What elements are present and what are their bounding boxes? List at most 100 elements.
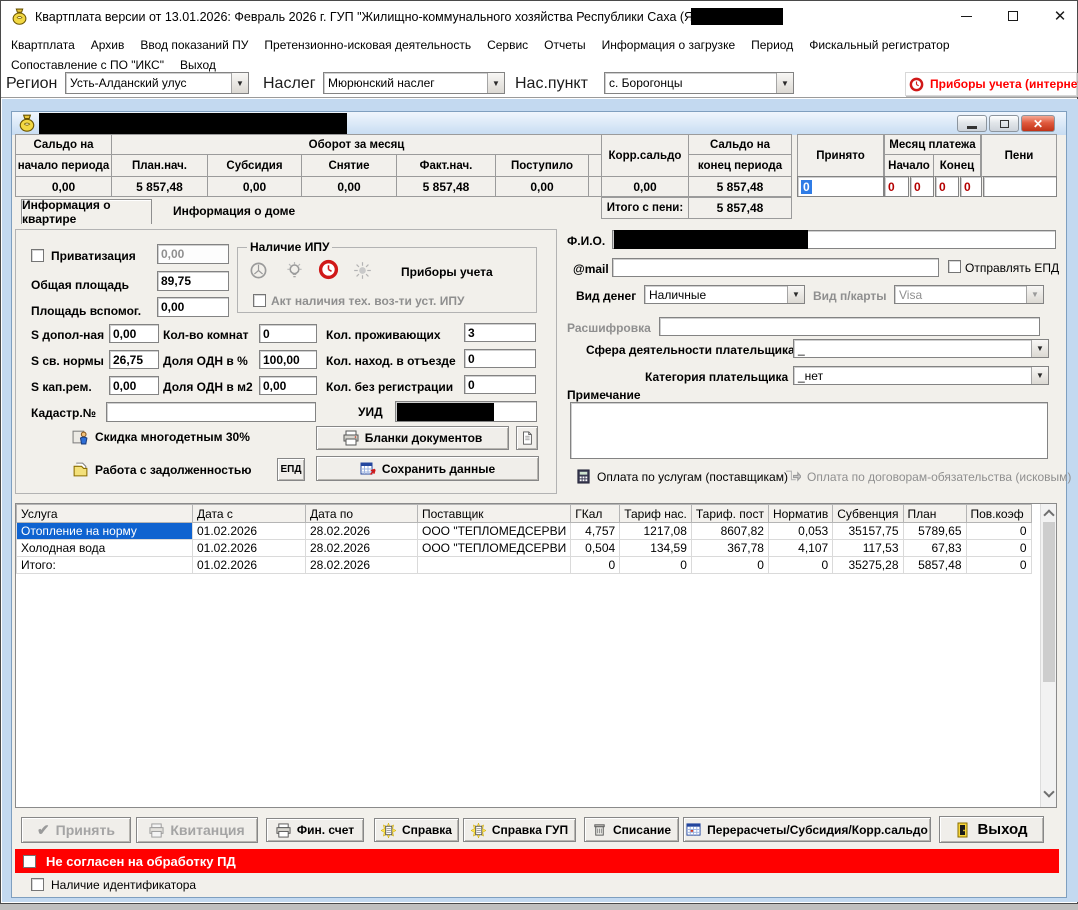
col-data-po[interactable]: Дата по (306, 505, 418, 523)
col-pov-koef[interactable]: Пов.коэф (966, 505, 1031, 523)
spravka-gup-button[interactable]: Справка ГУП (463, 818, 576, 842)
total-area-input[interactable]: 89,75 (157, 271, 229, 291)
privatization-input[interactable]: 0,00 (157, 244, 229, 264)
send-epd-checkbox[interactable] (948, 260, 961, 273)
tab-house-info[interactable]: Информация о доме (173, 204, 295, 218)
menu-otchety[interactable]: Отчеты (544, 38, 585, 52)
identifier-checkbox[interactable] (31, 878, 44, 891)
menu-vyhod[interactable]: Выход (180, 58, 216, 72)
table-row-total[interactable]: Итого: 01.02.2026 28.02.2026 0 0 0 0 352… (17, 557, 1032, 574)
menu-period[interactable]: Период (751, 38, 793, 52)
region-select[interactable]: Усть-Алданский улус ▼ (65, 72, 249, 94)
col-usluga[interactable]: Услуга (17, 505, 193, 523)
residents-input[interactable]: 3 (464, 323, 536, 342)
money-type-select[interactable]: Наличные ▼ (644, 285, 805, 304)
chevron-down-icon[interactable]: ▼ (231, 73, 248, 93)
month-start-input-1[interactable]: 0 (884, 176, 909, 197)
menu-informaciya-o-zagruzke[interactable]: Информация о загрузке (602, 38, 735, 52)
scrollbar-thumb[interactable] (1043, 522, 1055, 682)
col-subvenciya[interactable]: Субвенция (833, 505, 903, 523)
debt-work-button[interactable]: Работа с задолженностью (72, 461, 251, 478)
window-close-button[interactable]: ✕ (1043, 5, 1077, 27)
chevron-down-icon[interactable]: ▼ (787, 286, 804, 303)
col-tarif-post[interactable]: Тариф. пост (691, 505, 768, 523)
month-end-input-1[interactable]: 0 (935, 176, 959, 197)
peni-input[interactable] (983, 176, 1057, 197)
col-data-s[interactable]: Дата с (193, 505, 306, 523)
table-row-heating[interactable]: Отопление на норму 01.02.2026 28.02.2026… (17, 523, 1032, 540)
fin-account-button[interactable]: Фин. счет (266, 818, 364, 842)
table-header-row: Услуга Дата с Дата по Поставщик ГКал Тар… (17, 505, 1032, 523)
account-minimize-button[interactable] (957, 115, 987, 132)
account-close-button[interactable]: ✕ (1021, 115, 1055, 132)
save-data-button[interactable]: Сохранить данные (316, 456, 539, 481)
menu-sopostavlenie-iks[interactable]: Сопоставление с ПО "ИКС" (11, 58, 164, 72)
category-select[interactable]: _нет ▼ (793, 366, 1049, 385)
col-subsidy-header: Субсидия (207, 154, 302, 177)
odn-m2-input[interactable]: 0,00 (259, 376, 317, 395)
chevron-down-icon[interactable]: ▼ (776, 73, 793, 93)
col-postavshchik[interactable]: Поставщик (418, 505, 571, 523)
discount-button[interactable]: Скидка многодетным 30% (72, 428, 250, 445)
chevron-down-icon[interactable]: ▼ (487, 73, 504, 93)
recalc-button[interactable]: Перерасчеты/Субсидия/Корр.сальдо (683, 817, 931, 842)
settlement-select[interactable]: с. Борогонцы ▼ (604, 72, 794, 94)
aux-area-input[interactable]: 0,00 (157, 297, 229, 317)
col-gkal[interactable]: ГКал (571, 505, 620, 523)
unregistered-input[interactable]: 0 (464, 375, 536, 394)
away-input[interactable]: 0 (464, 349, 536, 368)
consent-checkbox[interactable] (23, 855, 36, 868)
note-textarea[interactable] (570, 402, 1048, 459)
nasleg-select[interactable]: Мюрюнский наслег ▼ (323, 72, 505, 94)
meters-internet-button[interactable]: Приборы учета (интернет) (905, 72, 1077, 96)
menu-kvartplata[interactable]: Квартплата (11, 38, 75, 52)
col-plan[interactable]: План (903, 505, 966, 523)
s-add-input[interactable]: 0,00 (109, 324, 159, 343)
check-icon: ✔ (37, 821, 50, 839)
menu-pretenzii[interactable]: Претензионно-исковая деятельность (264, 38, 471, 52)
window-minimize-button[interactable] (949, 5, 983, 27)
menu-servis[interactable]: Сервис (487, 38, 528, 52)
s-over-input[interactable]: 26,75 (109, 350, 159, 369)
document-blanks-button[interactable]: Бланки документов (316, 426, 509, 450)
menu-fiskalnyy-registrator[interactable]: Фискальный регистратор (809, 38, 949, 52)
menu-arhiv[interactable]: Архив (91, 38, 125, 52)
sphere-select[interactable]: _ ▼ (793, 339, 1049, 358)
accepted-input[interactable]: 0 (797, 176, 884, 197)
privatization-checkbox[interactable] (31, 249, 44, 262)
accept-button[interactable]: ✔ Принять (21, 817, 131, 843)
epd-button[interactable]: ЕПД (277, 458, 305, 481)
decode-input[interactable] (659, 317, 1040, 336)
tab-apartment-info[interactable]: Информация о квартире (21, 199, 152, 224)
spisanie-button[interactable]: Списание (584, 817, 679, 842)
scroll-down-arrow[interactable] (1041, 787, 1057, 805)
chevron-down-icon[interactable]: ▼ (1031, 340, 1048, 357)
col-normativ[interactable]: Норматив (768, 505, 832, 523)
cadastre-input[interactable] (106, 402, 316, 422)
services-grid[interactable]: Услуга Дата с Дата по Поставщик ГКал Тар… (16, 504, 1032, 574)
window-maximize-button[interactable] (996, 5, 1030, 27)
document-page-button[interactable] (516, 426, 538, 450)
month-end-input-2[interactable]: 0 (960, 176, 982, 197)
nasleg-value: Мюрюнский наслег (328, 76, 435, 90)
region-value: Усть-Алданский улус (70, 76, 186, 90)
s-cap-input[interactable]: 0,00 (109, 376, 159, 395)
rooms-input[interactable]: 0 (259, 324, 317, 343)
table-row-cold-water[interactable]: Холодная вода 01.02.2026 28.02.2026 ООО … (17, 540, 1032, 557)
receipt-button[interactable]: Квитанция (136, 817, 258, 843)
s-add-label: S допол-ная (31, 328, 104, 342)
account-maximize-button[interactable] (989, 115, 1019, 132)
cell-selected[interactable]: Отопление на норму (17, 523, 193, 540)
exit-button[interactable]: Выход (939, 816, 1044, 843)
menu-vvod-pokazaniy[interactable]: Ввод показаний ПУ (140, 38, 248, 52)
mail-input[interactable] (612, 258, 939, 277)
col-tarif-nas[interactable]: Тариф нас. (620, 505, 692, 523)
month-start-header: Начало (884, 154, 934, 177)
ipu-act-checkbox[interactable] (253, 294, 266, 307)
month-start-input-2[interactable]: 0 (910, 176, 934, 197)
spravka-button[interactable]: Справка (374, 818, 459, 842)
pay-by-services-button[interactable]: Оплата по услугам (поставщикам) (576, 468, 788, 485)
chevron-down-icon[interactable]: ▼ (1031, 367, 1048, 384)
table-scrollbar[interactable] (1040, 504, 1056, 807)
odn-pct-input[interactable]: 100,00 (259, 350, 317, 369)
